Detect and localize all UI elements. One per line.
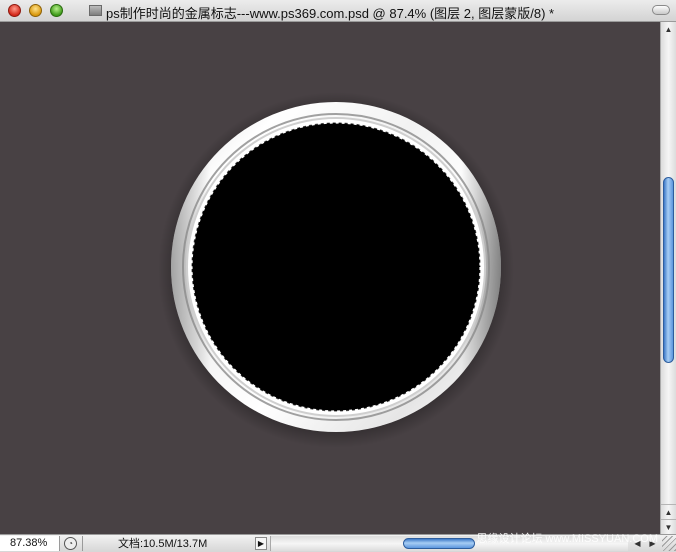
zoom-button[interactable] (50, 4, 63, 17)
document-size-info: 文档:10.5M/13.7M (118, 538, 208, 550)
title-bar[interactable]: ps制作时尚的金属标志---www.ps369.com.psd @ 87.4% … (0, 0, 676, 22)
resize-grip-icon[interactable] (662, 536, 676, 551)
scroll-down-icon[interactable]: ▼ (661, 519, 676, 534)
zoom-level-field[interactable]: 87.38% (0, 536, 60, 551)
status-separator (82, 536, 83, 551)
document-proxy-icon[interactable] (89, 5, 102, 16)
vertical-scroll-thumb[interactable] (663, 177, 674, 363)
watermark-text: 思缘设计论坛 www.MISSYUAN.COM (476, 533, 658, 545)
black-center-disc (192, 123, 480, 411)
status-menu-arrow-icon[interactable]: ▶ (255, 537, 267, 550)
vertical-scroll-arrows: ▲ ▼ (661, 504, 676, 534)
horizontal-scroll-thumb[interactable] (403, 538, 475, 549)
document-canvas[interactable] (0, 22, 660, 534)
zoom-percentage-icon[interactable]: ◔ (64, 537, 77, 550)
vertical-scrollbar[interactable]: ▲ ▲ ▼ (660, 22, 676, 534)
scroll-up-icon[interactable]: ▲ (661, 504, 676, 519)
close-button[interactable] (8, 4, 21, 17)
canvas-artwork (158, 92, 514, 448)
minimize-button[interactable] (29, 4, 42, 17)
scroll-up-top-icon[interactable]: ▲ (661, 22, 676, 38)
toolbar-toggle-button[interactable] (652, 5, 670, 15)
window-title: ps制作时尚的金属标志---www.ps369.com.psd @ 87.4% … (106, 6, 555, 21)
photoshop-document-window: ps制作时尚的金属标志---www.ps369.com.psd @ 87.4% … (0, 0, 676, 552)
